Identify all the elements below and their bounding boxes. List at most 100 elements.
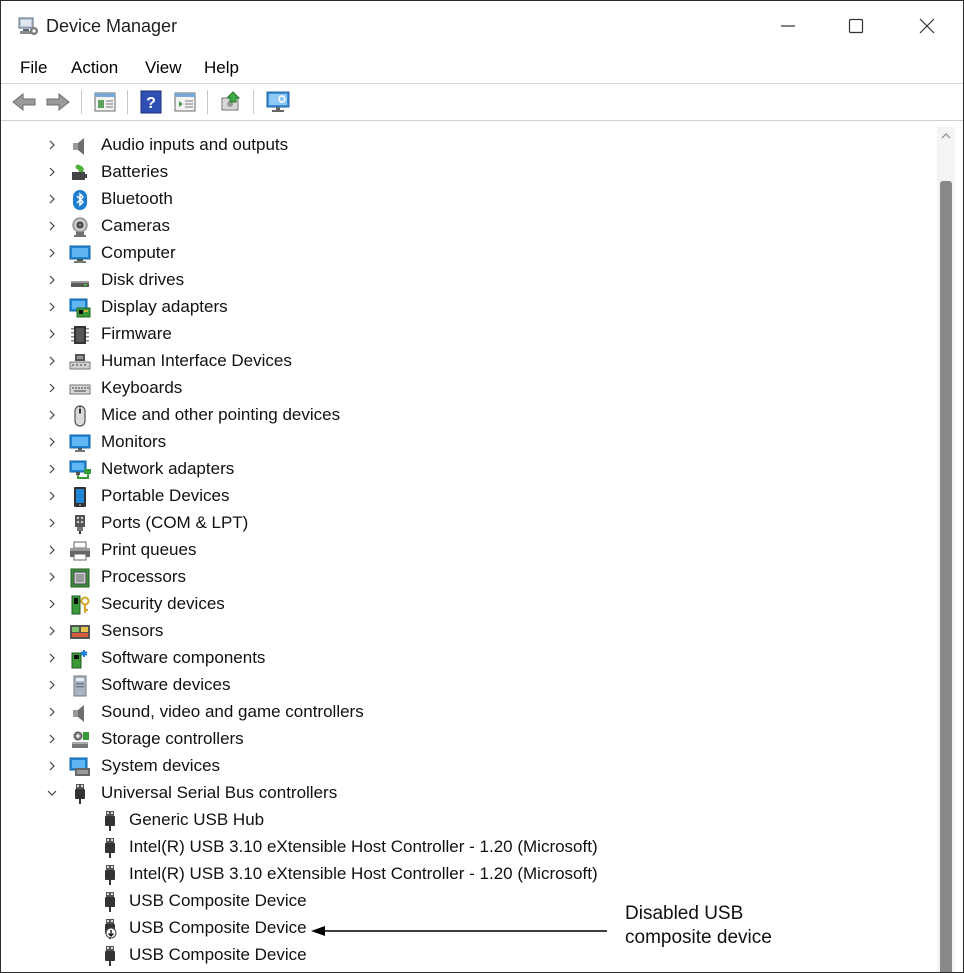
tree-category-item[interactable]: Monitors [7, 429, 935, 456]
chevron-right-icon[interactable] [45, 570, 59, 584]
menu-view[interactable]: View [145, 58, 182, 78]
camera-icon [72, 217, 88, 237]
tree-category-item[interactable]: Disk drives [7, 267, 935, 294]
tree-category-label: Audio inputs and outputs [101, 135, 289, 154]
tree-category-item[interactable]: Keyboards [7, 375, 935, 402]
tree-category-label: Cameras [101, 216, 170, 235]
tree-category-item[interactable]: Firmware [7, 321, 935, 348]
update-driver-button[interactable] [218, 89, 244, 115]
tree-category-item[interactable]: Computer [7, 240, 935, 267]
chevron-right-icon[interactable] [45, 516, 59, 530]
properties-icon [94, 92, 116, 112]
tree-category-item[interactable]: Portable Devices [7, 483, 935, 510]
tree-category-label: Batteries [101, 162, 169, 181]
chevron-right-icon[interactable] [45, 300, 59, 314]
chevron-right-icon[interactable] [45, 354, 59, 368]
chevron-right-icon[interactable] [45, 327, 59, 341]
tree-category-label: Software components [101, 648, 266, 667]
menu-action[interactable]: Action [71, 58, 118, 78]
action-pane-icon [174, 92, 196, 112]
tree-category-item[interactable]: Cameras [7, 213, 935, 240]
maximize-button[interactable] [821, 1, 891, 51]
tree-device-item[interactable]: Intel(R) USB 3.10 eXtensible Host Contro… [7, 861, 935, 888]
annotation-arrow [311, 926, 607, 936]
hid-icon [69, 354, 91, 370]
back-arrow-icon [12, 92, 36, 112]
tree-category-item[interactable]: Sensors [7, 618, 935, 645]
scan-hardware-button[interactable] [265, 89, 291, 115]
tree-category-item[interactable]: Software devices [7, 672, 935, 699]
chevron-right-icon[interactable] [45, 489, 59, 503]
tree-category-item[interactable]: Processors [7, 564, 935, 591]
tree-category-label: Disk drives [101, 270, 185, 289]
tree-device-item[interactable]: USB Composite Device [7, 888, 935, 915]
chevron-right-icon[interactable] [45, 597, 59, 611]
tree-device-item[interactable]: Intel(R) USB 3.10 eXtensible Host Contro… [7, 834, 935, 861]
tree-category-item[interactable]: Bluetooth [7, 186, 935, 213]
chevron-right-icon[interactable] [45, 759, 59, 773]
tree-device-label: Generic USB Hub [129, 810, 265, 829]
menu-help[interactable]: Help [204, 58, 239, 78]
chevron-right-icon[interactable] [45, 138, 59, 152]
chevron-right-icon[interactable] [45, 246, 59, 260]
tree-category-item[interactable]: System devices [7, 753, 935, 780]
tree-device-label: USB Composite Device [129, 918, 307, 937]
back-button[interactable] [11, 89, 37, 115]
chevron-down-icon[interactable] [45, 786, 59, 800]
tree-device-label: USB Composite Device [129, 945, 307, 964]
close-button[interactable] [892, 1, 962, 51]
tree-category-item[interactable]: Ports (COM & LPT) [7, 510, 935, 537]
tree-category-item[interactable]: Software components [7, 645, 935, 672]
chevron-right-icon[interactable] [45, 381, 59, 395]
tree-category-item[interactable]: Mice and other pointing devices [7, 402, 935, 429]
printer-icon [70, 541, 90, 561]
battery-icon [72, 164, 87, 180]
forward-arrow-icon [46, 92, 70, 112]
tree-category-item[interactable]: Human Interface Devices [7, 348, 935, 375]
tree-device-item[interactable]: Generic USB Hub [7, 807, 935, 834]
menu-file[interactable]: File [20, 58, 47, 78]
tree-category-label: System devices [101, 756, 221, 775]
chevron-right-icon[interactable] [45, 273, 59, 287]
tree-category-item[interactable]: Universal Serial Bus controllers [7, 780, 935, 807]
action-pane-button[interactable] [172, 89, 198, 115]
chevron-right-icon[interactable] [45, 165, 59, 179]
tree-category-item[interactable]: Security devices [7, 591, 935, 618]
chevron-right-icon[interactable] [45, 705, 59, 719]
chevron-right-icon[interactable] [45, 219, 59, 233]
tree-category-item[interactable]: Display adapters [7, 294, 935, 321]
tree-category-label: Storage controllers [101, 729, 244, 748]
tree-category-label: Software devices [101, 675, 231, 694]
firmware-icon [71, 326, 89, 344]
security-device-icon [71, 595, 90, 615]
scroll-up-arrow-icon[interactable] [941, 131, 951, 141]
chevron-right-icon[interactable] [45, 678, 59, 692]
chevron-right-icon[interactable] [45, 462, 59, 476]
chevron-right-icon[interactable] [45, 543, 59, 557]
scrollbar-thumb[interactable] [940, 181, 952, 972]
tree-category-label: Processors [101, 567, 187, 586]
tree-category-item[interactable]: Sound, video and game controllers [7, 699, 935, 726]
properties-button[interactable] [92, 89, 118, 115]
tree-category-item[interactable]: Audio inputs and outputs [7, 132, 935, 159]
chevron-right-icon[interactable] [45, 732, 59, 746]
minimize-icon [781, 25, 795, 27]
chevron-right-icon[interactable] [45, 624, 59, 638]
tree-category-item[interactable]: Network adapters [7, 456, 935, 483]
chevron-right-icon[interactable] [45, 192, 59, 206]
vertical-scrollbar[interactable] [937, 127, 955, 972]
chevron-right-icon[interactable] [45, 651, 59, 665]
menu-bar: File Action View Help [1, 51, 963, 84]
tree-category-item[interactable]: Storage controllers [7, 726, 935, 753]
help-button[interactable]: ? [138, 89, 164, 115]
forward-button[interactable] [45, 89, 71, 115]
minimize-button[interactable] [753, 1, 823, 51]
title-bar[interactable]: Device Manager [1, 1, 963, 51]
tree-device-item[interactable]: USB Composite Device [7, 942, 935, 969]
tree-category-item[interactable]: Print queues [7, 537, 935, 564]
tree-category-item[interactable]: Batteries [7, 159, 935, 186]
chevron-right-icon[interactable] [45, 408, 59, 422]
chevron-right-icon[interactable] [45, 435, 59, 449]
usb-disabled-icon [105, 919, 117, 939]
maximize-icon [848, 18, 864, 34]
